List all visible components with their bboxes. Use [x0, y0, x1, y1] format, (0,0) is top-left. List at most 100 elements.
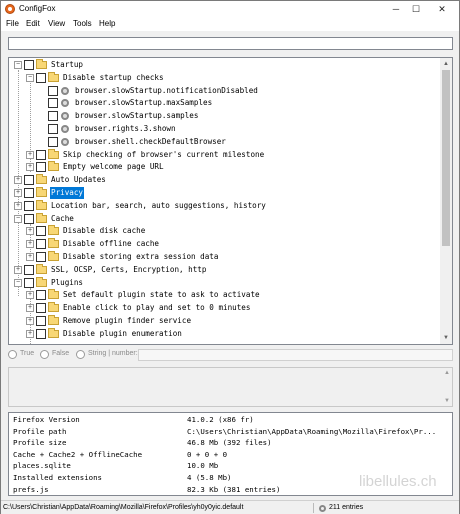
info-value: 10.0 Mb	[187, 461, 219, 471]
folder-icon	[48, 238, 59, 249]
tree-node-label: Disable disk cache	[63, 226, 146, 236]
expand-toggle-icon[interactable]: +	[26, 329, 34, 338]
watermark: libellules.ch	[359, 473, 437, 490]
tree-checkbox[interactable]	[36, 328, 46, 339]
tree-checkbox[interactable]	[24, 188, 34, 198]
menu-edit[interactable]: Edit	[26, 19, 40, 28]
menu-file[interactable]: File	[6, 19, 19, 28]
tree-node-label: Location bar, search, auto suggestions, …	[51, 200, 266, 210]
tree-checkbox[interactable]	[36, 303, 46, 314]
string-number-radio[interactable]	[76, 350, 85, 359]
title-bar: ConfigFox ─ ☐ ✕	[1, 1, 459, 17]
info-value: 0 + 0 + 0	[187, 449, 228, 459]
expand-toggle-icon[interactable]: +	[26, 253, 34, 261]
expand-toggle-icon[interactable]: +	[26, 150, 34, 159]
tree-checkbox[interactable]	[48, 111, 58, 122]
tree-node-label: Set default plugin state to ask to activ…	[63, 290, 260, 300]
expand-toggle-icon[interactable]: −	[14, 214, 22, 223]
tree-node-label: Disable startup checks	[63, 72, 164, 82]
false-label: False	[52, 350, 70, 357]
gear-icon	[61, 137, 69, 146]
false-radio[interactable]	[40, 350, 49, 359]
gear-icon	[61, 112, 69, 121]
expand-toggle-icon[interactable]: +	[26, 317, 34, 325]
tree-node-label: Skip checking of browser's current miles…	[63, 149, 265, 159]
tree-checkbox[interactable]	[24, 175, 34, 186]
tree-checkbox[interactable]	[48, 85, 58, 96]
expand-toggle-icon[interactable]: +	[14, 201, 22, 210]
description-box: ▲ ▼	[8, 367, 453, 407]
value-input[interactable]	[138, 349, 453, 361]
expand-toggle-icon[interactable]: +	[26, 240, 34, 249]
tree-checkbox[interactable]	[36, 226, 46, 237]
menu-help[interactable]: Help	[99, 19, 115, 28]
tree-checkbox[interactable]	[36, 239, 46, 250]
tree-node-label: browser.slowStartup.notificationDisabled	[75, 85, 258, 95]
tree-node-label: Disable plugin enumeration	[63, 328, 182, 338]
expand-toggle-icon[interactable]: −	[26, 73, 34, 82]
tree-checkbox[interactable]	[36, 316, 46, 326]
scroll-up-arrow-icon[interactable]: ▲	[444, 370, 450, 376]
tree-checkbox[interactable]	[48, 98, 58, 109]
info-key: Installed extensions	[13, 473, 102, 482]
true-label: True	[20, 350, 35, 357]
tree-checkbox[interactable]	[24, 264, 34, 275]
tree-checkbox[interactable]	[24, 277, 34, 288]
window-title: ConfigFox	[19, 4, 56, 13]
expand-toggle-icon[interactable]: +	[14, 189, 22, 197]
configfox-logo-icon	[5, 4, 15, 14]
scroll-thumb[interactable]	[442, 70, 450, 246]
expand-toggle-icon[interactable]: +	[26, 163, 34, 172]
tree-checkbox[interactable]	[36, 252, 46, 262]
maximize-button[interactable]: ☐	[407, 1, 425, 17]
status-bar: C:\Users\Christian\AppData\Roaming\Mozil…	[1, 500, 459, 514]
true-radio[interactable]	[8, 350, 17, 359]
minimize-button[interactable]: ─	[387, 1, 405, 17]
tree-node-label: SSL, OCSP, Certs, Encryption, http	[51, 264, 207, 274]
tree-node-label: Privacy	[50, 187, 85, 199]
scroll-up-arrow-icon[interactable]: ▲	[440, 58, 452, 70]
tree-checkbox[interactable]	[24, 213, 34, 224]
profile-path-status: C:\Users\Christian\AppData\Roaming\Mozil…	[3, 504, 244, 511]
app-window: ConfigFox ─ ☐ ✕ File Edit View Tools Hel…	[0, 0, 460, 514]
expand-toggle-icon[interactable]: +	[14, 176, 22, 185]
menu-view[interactable]: View	[48, 19, 65, 28]
info-key: places.sqlite	[13, 461, 71, 471]
folder-icon	[48, 327, 59, 338]
info-value: 46.8 Mb (392 files)	[187, 438, 272, 448]
tree-node-label: Plugins	[51, 277, 84, 287]
info-value: C:\Users\Christian\AppData\Roaming\Mozil…	[187, 426, 437, 436]
tree-checkbox[interactable]	[24, 60, 34, 70]
close-button[interactable]: ✕	[433, 1, 451, 17]
tree-node-label: Empty welcome page URL	[63, 162, 164, 172]
folder-icon	[48, 251, 59, 261]
folder-icon	[36, 263, 47, 274]
tree-checkbox[interactable]	[36, 72, 46, 83]
search-input[interactable]	[8, 37, 453, 50]
value-type-row: True False String | number:	[8, 349, 453, 361]
info-key: Firefox Version	[13, 415, 80, 424]
expand-toggle-icon[interactable]: +	[26, 227, 34, 236]
tree-checkbox[interactable]	[48, 124, 58, 134]
expand-toggle-icon[interactable]: +	[26, 304, 34, 313]
expand-toggle-icon[interactable]: −	[14, 278, 22, 287]
scroll-down-arrow-icon[interactable]: ▼	[440, 332, 452, 344]
folder-icon	[48, 315, 59, 325]
menu-tools[interactable]: Tools	[73, 19, 92, 28]
tree-checkbox[interactable]	[48, 136, 58, 147]
tree-checkbox[interactable]	[24, 200, 34, 211]
scroll-down-arrow-icon[interactable]: ▼	[444, 398, 450, 404]
tree-node-label: Startup	[51, 60, 84, 69]
tree-checkbox[interactable]	[36, 149, 46, 160]
gear-icon	[61, 125, 69, 133]
tree-checkbox[interactable]	[36, 162, 46, 173]
tree-node-label: browser.rights.3.shown	[75, 124, 176, 133]
folder-icon	[48, 225, 59, 236]
expand-toggle-icon[interactable]: +	[26, 291, 34, 300]
expand-toggle-icon[interactable]: −	[14, 61, 22, 69]
tree-checkbox[interactable]	[36, 290, 46, 301]
tree-scrollbar[interactable]: ▲ ▼	[440, 58, 452, 344]
info-key: Profile size	[13, 438, 67, 448]
expand-toggle-icon[interactable]: +	[14, 265, 22, 274]
folder-icon	[48, 161, 59, 172]
